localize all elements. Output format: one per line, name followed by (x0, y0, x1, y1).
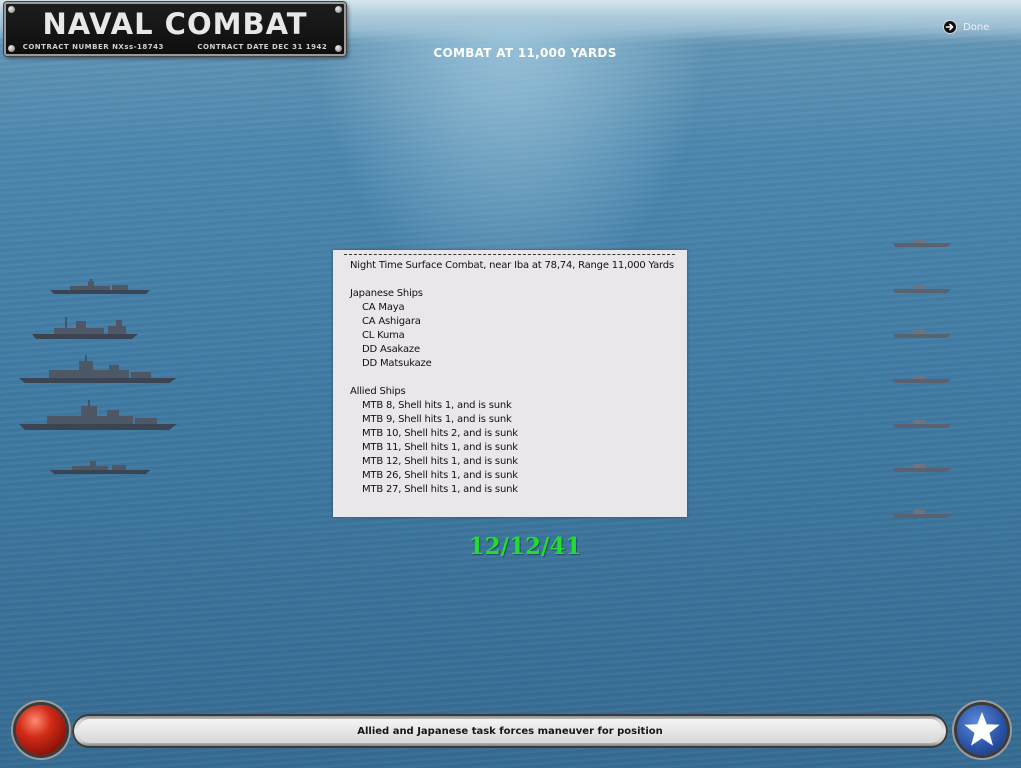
report-divider (344, 254, 675, 255)
contract-date-label: CONTRACT DATE (197, 43, 269, 51)
allied-pt-boat-icon (893, 375, 951, 383)
combat-range-title: COMBAT AT 11,000 YARDS (433, 46, 617, 60)
japanese-ships-header: Japanese Ships (350, 288, 423, 299)
allied-pt-boat-icon (893, 420, 951, 428)
logo-title: NAVAL COMBAT (42, 7, 308, 41)
white-star-icon (964, 712, 1000, 746)
allied-ship-entry: MTB 27, Shell hits 1, and is sunk (362, 484, 518, 495)
arrow-right-circle-icon[interactable] (943, 20, 957, 34)
contract-number-label: CONTRACT NUMBER (22, 43, 110, 51)
naval-combat-logo: NAVAL COMBAT CONTRACT NUMBER NXss-18743 … (4, 2, 346, 56)
allied-ship-entry: MTB 11, Shell hits 1, and is sunk (362, 442, 518, 453)
japanese-ship-entry: DD Matsukaze (362, 358, 432, 369)
japanese-ship-entry: DD Asakaze (362, 344, 420, 355)
done-button[interactable]: Done (943, 20, 989, 34)
report-headline: Night Time Surface Combat, near Iba at 7… (350, 260, 674, 271)
japanese-ship-entry: CL Kuma (362, 330, 405, 341)
status-message: Allied and Japanese task forces maneuver… (357, 725, 663, 737)
allied-ship-entry: MTB 26, Shell hits 1, and is sunk (362, 470, 518, 481)
allied-ship-entry: MTB 10, Shell hits 2, and is sunk (362, 428, 518, 439)
status-bar: Allied and Japanese task forces maneuver… (72, 714, 948, 748)
allied-ship-entry: MTB 9, Shell hits 1, and is sunk (362, 414, 512, 425)
star-button[interactable] (957, 705, 1007, 755)
allied-ships-header: Allied Ships (350, 386, 406, 397)
allied-ship-entry: MTB 12, Shell hits 1, and is sunk (362, 456, 518, 467)
japanese-ship-entry: CA Ashigara (362, 316, 421, 327)
allied-pt-boat-icon (893, 510, 951, 518)
japanese-ship-icon (19, 355, 177, 383)
allied-ship-entry: MTB 8, Shell hits 1, and is sunk (362, 400, 512, 411)
allied-pt-boat-icon (893, 239, 951, 247)
japanese-ship-entry: CA Maya (362, 302, 405, 313)
japanese-ship-icon (50, 461, 150, 474)
japanese-ship-icon (32, 317, 138, 339)
logo-contract-line: CONTRACT NUMBER NXss-18743 CONTRACT DATE… (6, 43, 344, 51)
allied-pt-boat-icon (893, 330, 951, 338)
game-date: 12/12/41 (468, 533, 582, 560)
contract-date: DEC 31 1942 (271, 43, 328, 51)
combat-report-panel: Night Time Surface Combat, near Iba at 7… (333, 250, 687, 517)
allied-pt-boat-icon (893, 464, 951, 472)
allied-pt-boat-icon (893, 285, 951, 293)
contract-number: NXss-18743 (112, 43, 164, 51)
japanese-ship-icon (50, 279, 150, 294)
japanese-ship-icon (19, 400, 177, 430)
done-label[interactable]: Done (963, 22, 989, 33)
red-ball-button[interactable] (16, 705, 66, 755)
